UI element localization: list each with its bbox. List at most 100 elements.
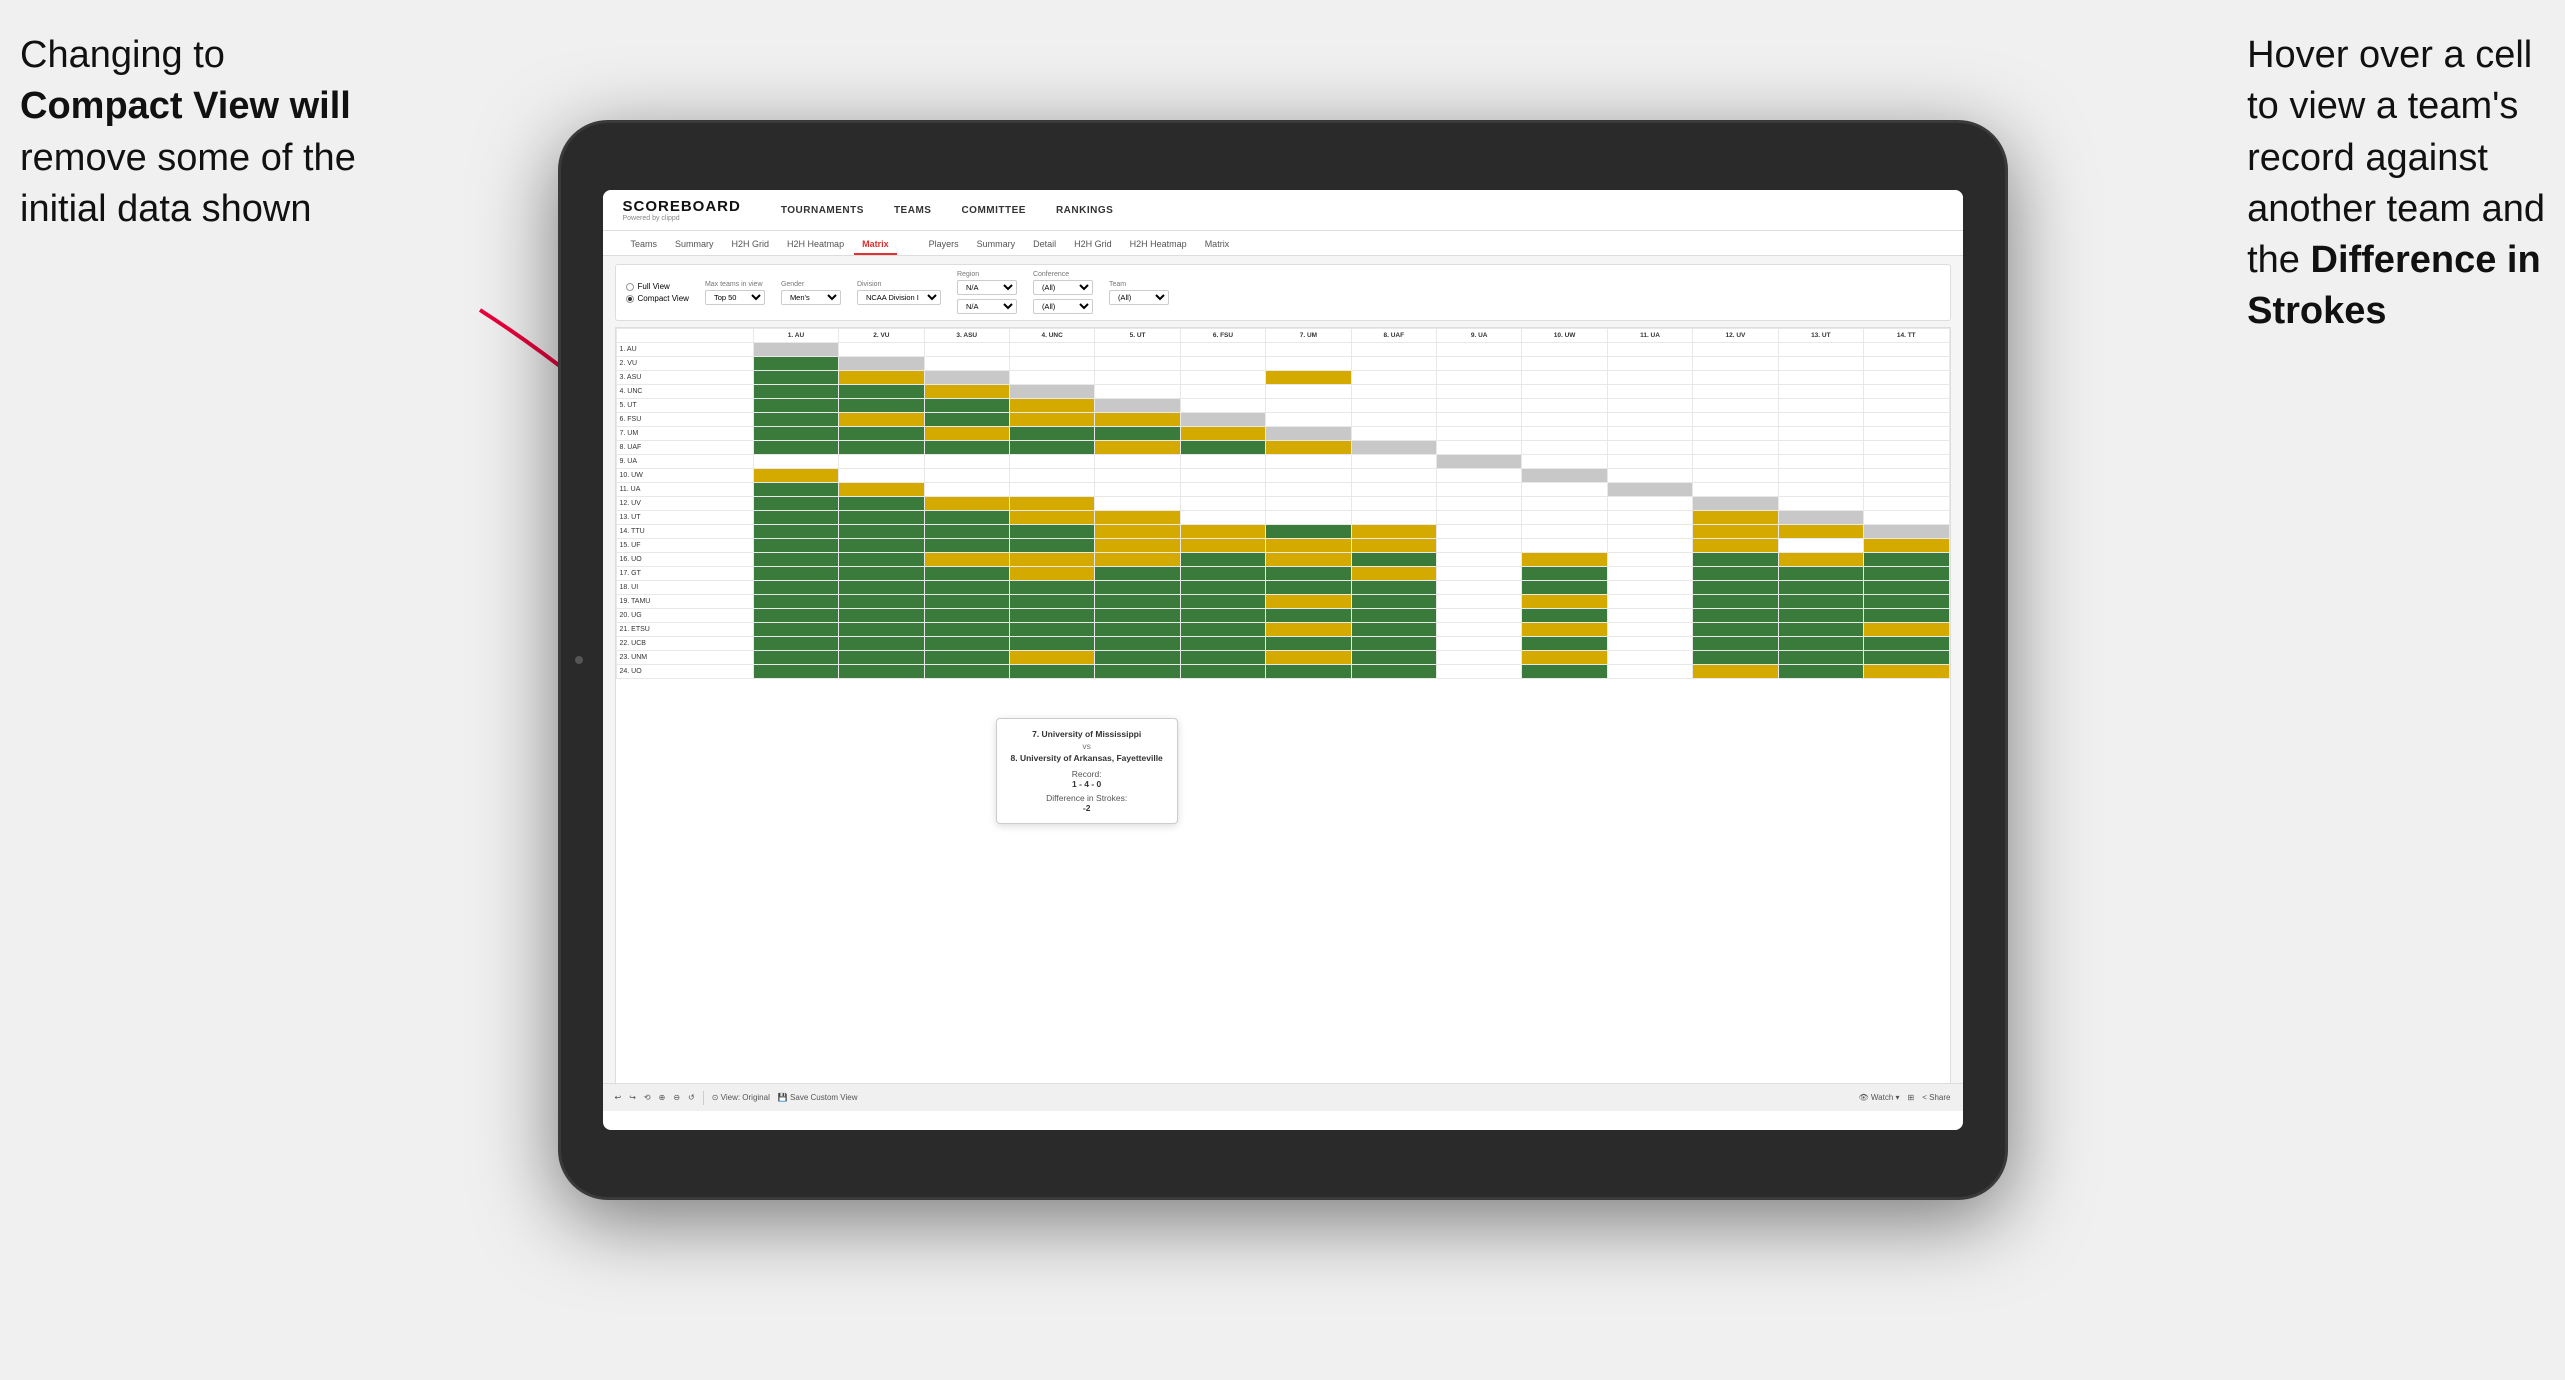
- matrix-cell[interactable]: [1351, 385, 1436, 399]
- matrix-cell[interactable]: [1095, 553, 1180, 567]
- matrix-cell[interactable]: [1778, 385, 1863, 399]
- table-row[interactable]: 5. UT: [616, 399, 1949, 413]
- matrix-cell[interactable]: [839, 427, 924, 441]
- matrix-cell[interactable]: [1693, 609, 1778, 623]
- matrix-container[interactable]: 1. AU 2. VU 3. ASU 4. UNC 5. UT 6. FSU 7…: [615, 327, 1951, 1111]
- matrix-cell[interactable]: [1522, 455, 1607, 469]
- matrix-cell[interactable]: [753, 343, 838, 357]
- matrix-cell[interactable]: [1351, 483, 1436, 497]
- matrix-cell[interactable]: [1778, 483, 1863, 497]
- matrix-cell[interactable]: [1693, 371, 1778, 385]
- matrix-cell[interactable]: [1607, 455, 1692, 469]
- matrix-cell[interactable]: [1180, 595, 1265, 609]
- matrix-cell[interactable]: [1009, 637, 1094, 651]
- matrix-cell[interactable]: [1693, 385, 1778, 399]
- tab-players[interactable]: Players: [921, 235, 967, 255]
- matrix-cell[interactable]: [1607, 651, 1692, 665]
- matrix-cell[interactable]: [839, 665, 924, 679]
- matrix-cell[interactable]: [1778, 553, 1863, 567]
- matrix-cell[interactable]: [1266, 539, 1351, 553]
- matrix-cell[interactable]: [1864, 399, 1949, 413]
- toolbar-icon-1[interactable]: ⟲: [644, 1093, 651, 1102]
- matrix-cell[interactable]: [1351, 553, 1436, 567]
- matrix-cell[interactable]: [839, 399, 924, 413]
- matrix-cell[interactable]: [1778, 581, 1863, 595]
- matrix-cell[interactable]: [1607, 511, 1692, 525]
- matrix-cell[interactable]: [1180, 483, 1265, 497]
- save-custom-view-button[interactable]: 💾 Save Custom View: [778, 1093, 858, 1102]
- matrix-cell[interactable]: [753, 483, 838, 497]
- matrix-cell[interactable]: [1266, 665, 1351, 679]
- matrix-cell[interactable]: [839, 539, 924, 553]
- matrix-cell[interactable]: [1351, 539, 1436, 553]
- matrix-cell[interactable]: [839, 609, 924, 623]
- matrix-cell[interactable]: [1266, 567, 1351, 581]
- matrix-cell[interactable]: [1522, 623, 1607, 637]
- matrix-cell[interactable]: [1778, 665, 1863, 679]
- matrix-cell[interactable]: [1266, 357, 1351, 371]
- matrix-cell[interactable]: [1009, 413, 1094, 427]
- matrix-cell[interactable]: [1437, 511, 1522, 525]
- matrix-cell[interactable]: [1864, 371, 1949, 385]
- matrix-cell[interactable]: [1693, 665, 1778, 679]
- matrix-cell[interactable]: [1266, 595, 1351, 609]
- matrix-cell[interactable]: [1095, 665, 1180, 679]
- tab-players-h2h-heatmap[interactable]: H2H Heatmap: [1122, 235, 1195, 255]
- matrix-cell[interactable]: [1778, 427, 1863, 441]
- undo-button[interactable]: ↩: [615, 1093, 622, 1102]
- matrix-cell[interactable]: [753, 553, 838, 567]
- toolbar-icon-4[interactable]: ↺: [688, 1093, 695, 1102]
- matrix-cell[interactable]: [1778, 609, 1863, 623]
- matrix-cell[interactable]: [753, 385, 838, 399]
- tab-detail[interactable]: Detail: [1025, 235, 1064, 255]
- matrix-cell[interactable]: [1095, 455, 1180, 469]
- matrix-cell[interactable]: [924, 651, 1009, 665]
- matrix-cell[interactable]: [1351, 665, 1436, 679]
- matrix-cell[interactable]: [1095, 497, 1180, 511]
- matrix-cell[interactable]: [1778, 497, 1863, 511]
- matrix-cell[interactable]: [1437, 623, 1522, 637]
- matrix-cell[interactable]: [924, 427, 1009, 441]
- matrix-cell[interactable]: [1351, 469, 1436, 483]
- matrix-cell[interactable]: [1693, 567, 1778, 581]
- table-row[interactable]: 20. UG: [616, 609, 1949, 623]
- table-row[interactable]: 9. UA: [616, 455, 1949, 469]
- matrix-cell[interactable]: [1864, 539, 1949, 553]
- matrix-cell[interactable]: [1437, 553, 1522, 567]
- matrix-cell[interactable]: [1437, 413, 1522, 427]
- matrix-cell[interactable]: [924, 357, 1009, 371]
- matrix-cell[interactable]: [1522, 595, 1607, 609]
- matrix-cell[interactable]: [1864, 581, 1949, 595]
- matrix-cell[interactable]: [1607, 539, 1692, 553]
- matrix-cell[interactable]: [1266, 483, 1351, 497]
- matrix-cell[interactable]: [753, 511, 838, 525]
- matrix-cell[interactable]: [1095, 623, 1180, 637]
- table-row[interactable]: 1. AU: [616, 343, 1949, 357]
- matrix-cell[interactable]: [1864, 567, 1949, 581]
- matrix-cell[interactable]: [1693, 455, 1778, 469]
- matrix-cell[interactable]: [924, 413, 1009, 427]
- matrix-cell[interactable]: [1778, 441, 1863, 455]
- matrix-cell[interactable]: [1864, 385, 1949, 399]
- matrix-cell[interactable]: [1351, 651, 1436, 665]
- matrix-cell[interactable]: [924, 539, 1009, 553]
- matrix-cell[interactable]: [1607, 553, 1692, 567]
- matrix-cell[interactable]: [1693, 483, 1778, 497]
- matrix-cell[interactable]: [1864, 469, 1949, 483]
- matrix-cell[interactable]: [1522, 441, 1607, 455]
- matrix-cell[interactable]: [1437, 567, 1522, 581]
- toolbar-icon-2[interactable]: ⊕: [659, 1093, 666, 1102]
- matrix-cell[interactable]: [753, 665, 838, 679]
- matrix-cell[interactable]: [924, 441, 1009, 455]
- matrix-cell[interactable]: [1009, 371, 1094, 385]
- matrix-cell[interactable]: [1864, 525, 1949, 539]
- matrix-cell[interactable]: [753, 413, 838, 427]
- matrix-cell[interactable]: [1607, 399, 1692, 413]
- matrix-cell[interactable]: [839, 623, 924, 637]
- matrix-cell[interactable]: [1180, 567, 1265, 581]
- matrix-cell[interactable]: [1266, 637, 1351, 651]
- matrix-cell[interactable]: [1180, 455, 1265, 469]
- matrix-cell[interactable]: [1095, 357, 1180, 371]
- matrix-cell[interactable]: [1607, 469, 1692, 483]
- matrix-cell[interactable]: [1351, 497, 1436, 511]
